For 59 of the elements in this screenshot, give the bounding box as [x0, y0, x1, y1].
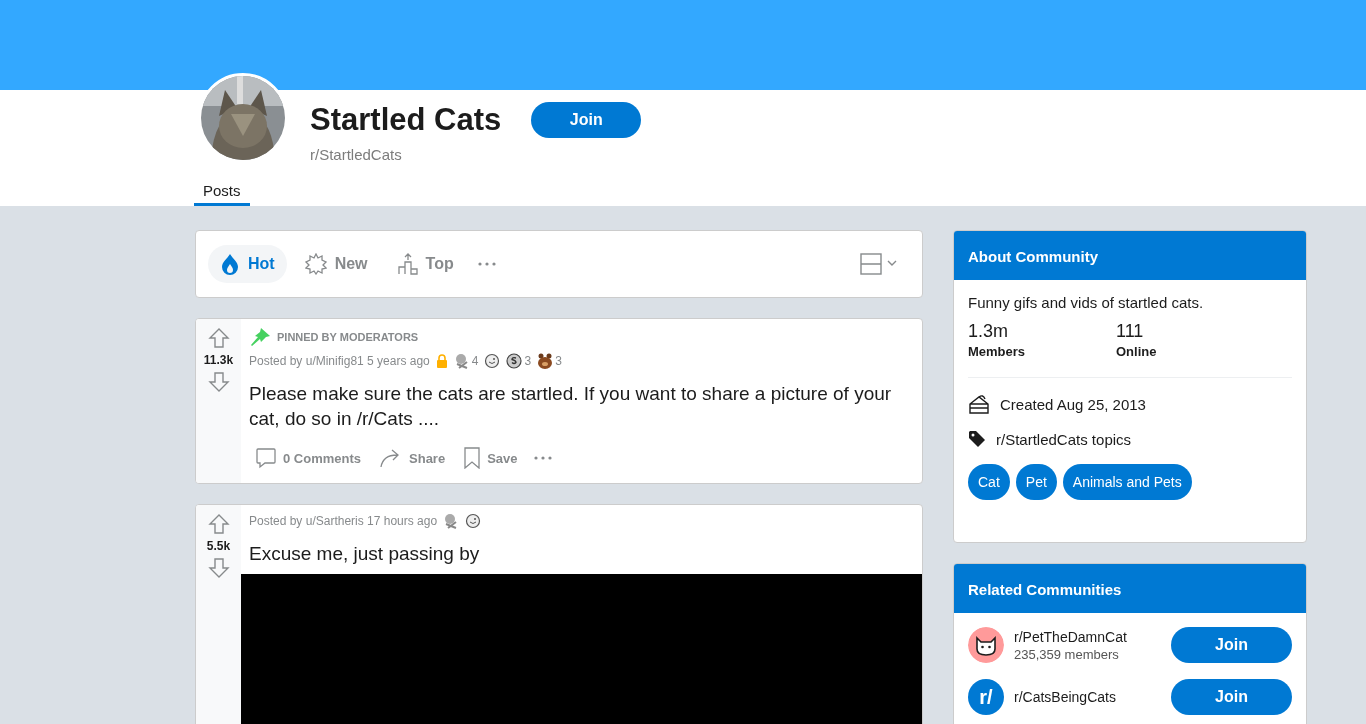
vote-count: 5.5k	[206, 539, 231, 553]
bear-icon	[537, 353, 554, 369]
award-icon	[484, 353, 501, 369]
topic-chip[interactable]: Cat	[968, 464, 1010, 500]
bookmark-icon	[463, 447, 482, 469]
sort-tab[interactable]: New	[292, 245, 380, 283]
sparkle-icon	[304, 253, 327, 275]
post-meta: Posted by u/Sartheris 17 hours ago	[249, 514, 438, 528]
topic-chip[interactable]: Pet	[1015, 464, 1057, 500]
community-handle: r/StartledCats	[310, 146, 403, 163]
comment-icon	[255, 447, 277, 469]
posts-tab[interactable]: Posts	[194, 182, 250, 206]
cat-icon	[968, 627, 1004, 663]
stat-label: Members	[968, 344, 1027, 359]
post-meta: Posted by u/Minifig81 5 years ago	[249, 354, 430, 368]
sort-tab[interactable]: Hot	[208, 245, 287, 283]
award-icon	[453, 353, 470, 369]
community-icon: r/	[968, 679, 1004, 715]
share-button[interactable]: Share	[377, 445, 448, 471]
downvote-icon[interactable]	[207, 557, 230, 579]
stat-value: 111	[1116, 321, 1145, 342]
cake-icon	[968, 394, 990, 414]
card-header: About Community	[954, 231, 1306, 280]
upvote-icon[interactable]	[207, 327, 230, 349]
pinned-label: PINNED BY MODERATORS	[277, 331, 419, 343]
vote-count: 11.3k	[203, 353, 234, 367]
podium-icon	[397, 253, 418, 275]
post-title[interactable]: Please make sure the cats are startled. If you want to share a picture of your cat, do so in /r/Cats ....	[249, 381, 914, 431]
tag-icon	[968, 430, 986, 448]
flame-icon	[220, 253, 240, 275]
award-count: 4	[471, 354, 479, 368]
award-count: 3	[555, 354, 562, 368]
award-count: 3	[524, 354, 532, 368]
join-button[interactable]: Join	[1171, 627, 1292, 663]
community-title: Startled Cats	[310, 102, 502, 138]
community-name[interactable]: r/PetTheDamnCat	[1014, 628, 1171, 645]
upvote-icon[interactable]	[207, 513, 230, 535]
stat-value: 1.3m	[968, 321, 1010, 342]
join-button[interactable]: Join	[531, 102, 642, 138]
award-icon	[465, 513, 482, 529]
post-title[interactable]: Excuse me, just passing by	[249, 541, 914, 566]
topic-chip[interactable]: Animals and Pets	[1062, 464, 1192, 500]
topics-label: r/StartledCats topics	[996, 430, 1132, 448]
join-button[interactable]: Join	[1171, 679, 1292, 715]
layout-icon[interactable]	[860, 253, 898, 275]
stat-label: Online	[1116, 344, 1158, 359]
pin-icon	[249, 327, 271, 347]
downvote-icon[interactable]	[207, 371, 230, 393]
more-icon[interactable]	[533, 456, 552, 460]
community-description: Funny gifs and vids of startled cats.	[968, 294, 1205, 311]
community-name[interactable]: r/CatsBeingCats	[1014, 689, 1171, 705]
sort-tab[interactable]: Top	[385, 245, 466, 283]
created-date: Created Aug 25, 2013	[1000, 395, 1146, 413]
card-header: Related Communities	[954, 564, 1306, 613]
member-count: 235,359 members	[1014, 646, 1120, 662]
comment-button[interactable]: 0 Comments	[253, 445, 364, 471]
more-icon[interactable]	[477, 262, 496, 266]
save-button[interactable]: Save	[461, 445, 520, 471]
coin-icon	[506, 353, 523, 369]
